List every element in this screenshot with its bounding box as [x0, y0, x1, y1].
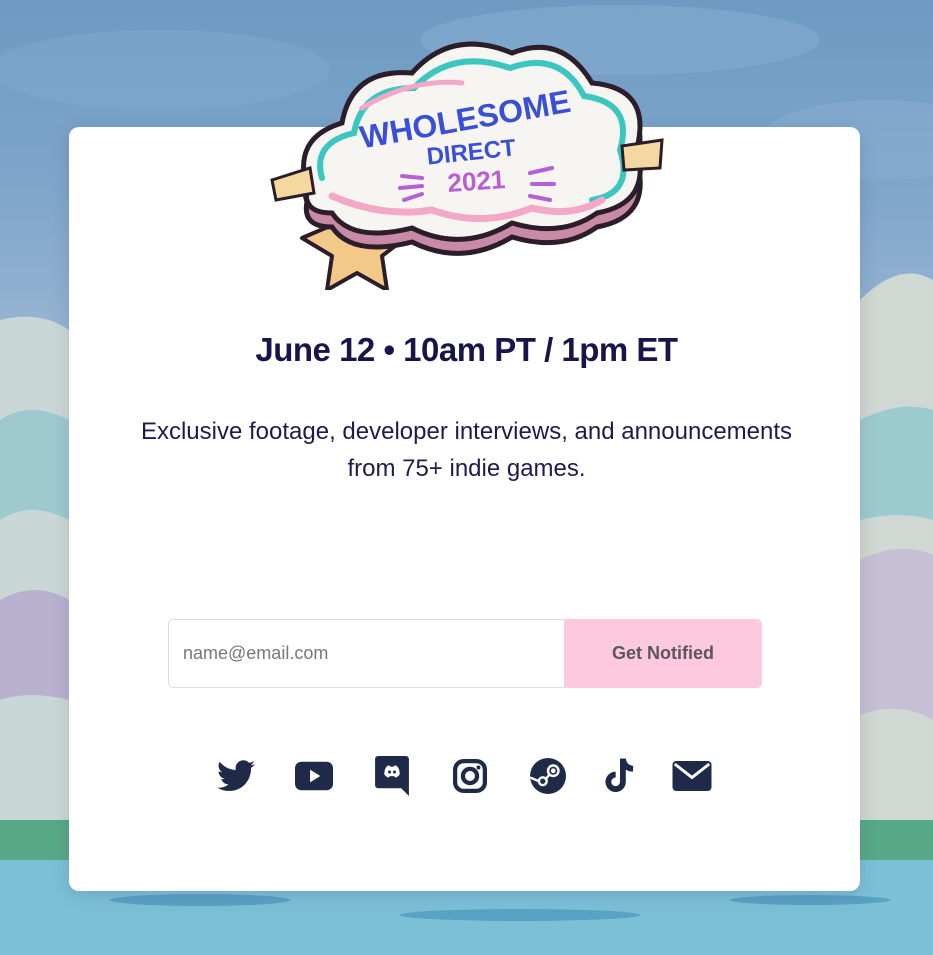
twitter-icon [217, 760, 255, 792]
steam-link[interactable] [528, 756, 568, 796]
youtube-link[interactable] [294, 756, 334, 796]
get-notified-button[interactable]: Get Notified [564, 619, 762, 688]
event-description: Exclusive footage, developer interviews,… [140, 418, 793, 482]
instagram-link[interactable] [450, 756, 490, 796]
instagram-icon [453, 759, 487, 793]
steam-icon [530, 758, 566, 794]
email-input[interactable] [168, 619, 564, 688]
tiktok-icon [605, 758, 634, 792]
tiktok-link[interactable] [600, 756, 640, 796]
twitter-link[interactable] [216, 756, 256, 796]
discord-icon [375, 756, 409, 796]
event-date-headline: June 12 • 10am PT / 1pm ET [255, 331, 678, 368]
signup-form: Get Notified [168, 619, 762, 688]
email-icon [672, 761, 712, 791]
social-links [216, 756, 716, 796]
wholesome-direct-logo: WHOLESOME DIRECT 2021 [270, 41, 664, 290]
email-link[interactable] [672, 756, 712, 796]
logo-text-year: 2021 [446, 164, 506, 198]
discord-link[interactable] [372, 756, 412, 796]
youtube-icon [295, 761, 333, 791]
